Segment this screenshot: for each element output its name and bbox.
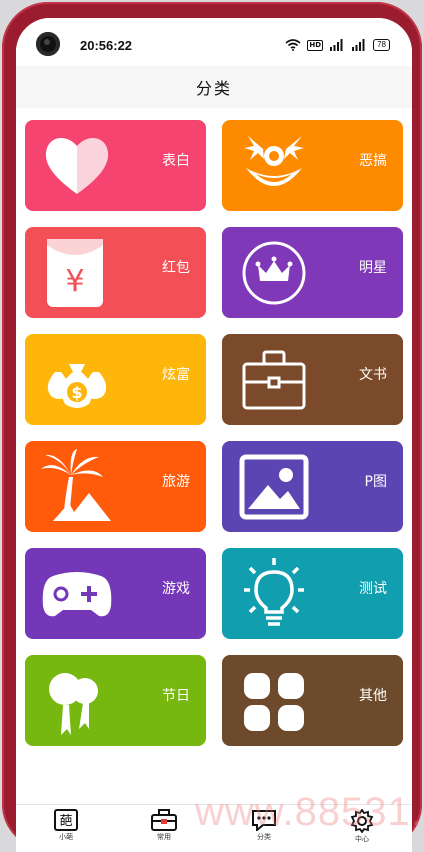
balloons-icon — [49, 673, 98, 735]
category-label: 恶搞 — [359, 153, 387, 169]
toolbox-icon — [151, 809, 177, 831]
system-icons: HD 78 — [285, 38, 390, 52]
tab-label: 常用 — [157, 833, 171, 841]
category-label: 明星 — [359, 260, 387, 276]
tab-label: 小葩 — [59, 833, 73, 841]
svg-text:葩: 葩 — [59, 814, 72, 829]
status-time: 20:56:22 — [80, 38, 133, 53]
svg-text:$: $ — [71, 383, 82, 402]
category-tile-other[interactable]: 其他 — [222, 655, 403, 746]
status-bar: 20:56:22 HD 78 — [16, 18, 412, 66]
svg-text:¥: ¥ — [65, 264, 84, 299]
image-icon — [239, 454, 309, 520]
watermark: www.88531.cn — [195, 790, 424, 834]
category-tile-tests[interactable]: 测试 — [222, 548, 403, 639]
hd-badge: HD — [307, 39, 324, 51]
clown-icon — [244, 136, 304, 186]
grid-icon — [244, 673, 304, 731]
signal-icon — [330, 39, 343, 51]
wifi-icon — [285, 39, 301, 51]
gamepad-icon — [42, 572, 112, 617]
category-label: 文书 — [359, 367, 387, 383]
title-bar: 分类 — [16, 66, 412, 108]
palm-tree-icon — [41, 449, 111, 521]
category-label: 炫富 — [162, 367, 190, 383]
red-envelope-icon: ¥ — [47, 239, 103, 307]
category-tile-prank[interactable]: 恶搞 — [222, 120, 403, 211]
category-tile-games[interactable]: 游戏 — [25, 548, 206, 639]
category-label: 其他 — [359, 688, 387, 704]
hua-icon: 葩 — [54, 809, 78, 831]
category-label: P图 — [364, 474, 387, 490]
category-label: 节日 — [162, 688, 190, 704]
tab-common[interactable]: 常用 — [134, 809, 194, 852]
page-title: 分类 — [195, 79, 232, 98]
phone-frame: 20:56:22 HD 78 分类 表白 恶搞 ¥ 红包 明星 $ 炫富 文书 … — [2, 2, 422, 852]
lightbulb-icon — [244, 558, 304, 626]
category-tile-photo-edit[interactable]: P图 — [222, 441, 403, 532]
category-tile-celebrity[interactable]: 明星 — [222, 227, 403, 318]
category-tile-holidays[interactable]: 节日 — [25, 655, 206, 746]
tab-label: 中心 — [355, 835, 369, 843]
briefcase-icon — [242, 350, 306, 410]
category-label: 旅游 — [162, 474, 190, 490]
category-tile-red-envelope[interactable]: ¥ 红包 — [25, 227, 206, 318]
category-label: 游戏 — [162, 581, 190, 597]
category-tile-confession[interactable]: 表白 — [25, 120, 206, 211]
category-label: 表白 — [162, 153, 190, 169]
heart-icon — [45, 137, 109, 194]
battery-indicator: 78 — [373, 39, 390, 51]
category-tile-show-off-wealth[interactable]: $ 炫富 — [25, 334, 206, 425]
screen: 20:56:22 HD 78 分类 表白 恶搞 ¥ 红包 明星 $ 炫富 文书 … — [16, 18, 412, 852]
money-bags-icon: $ — [47, 364, 107, 408]
category-label: 红包 — [162, 260, 190, 276]
category-tile-documents[interactable]: 文书 — [222, 334, 403, 425]
front-camera — [36, 32, 60, 56]
crown-icon — [242, 241, 306, 305]
category-label: 测试 — [359, 581, 387, 597]
category-grid: 表白 恶搞 ¥ 红包 明星 $ 炫富 文书 旅游 P图 游戏 测试 节日 其他 — [16, 108, 412, 808]
signal-icon-2 — [352, 39, 365, 51]
category-tile-travel[interactable]: 旅游 — [25, 441, 206, 532]
tab-home[interactable]: 葩 小葩 — [36, 809, 96, 852]
